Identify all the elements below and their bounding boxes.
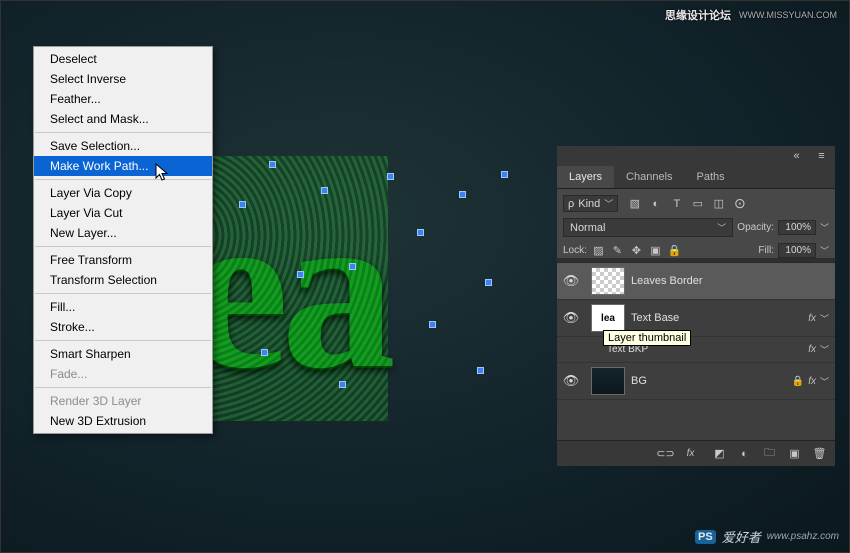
layers-list: 👁 Leaves Border 👁 lea Text Base fx ﹀ Lay… xyxy=(557,262,835,440)
menu-select-and-mask[interactable]: Select and Mask... xyxy=(34,109,212,129)
menu-transform-selection[interactable]: Transform Selection xyxy=(34,270,212,290)
menu-deselect[interactable]: Deselect xyxy=(34,49,212,69)
collapse-icon[interactable]: « xyxy=(789,149,804,164)
lock-artboard-icon[interactable]: ▣ xyxy=(648,243,663,258)
chevron-down-icon: ﹀ xyxy=(717,221,726,234)
visibility-eye-icon[interactable]: 👁 xyxy=(557,273,585,289)
layer-thumbnail[interactable] xyxy=(591,367,625,395)
menu-layer-via-cut[interactable]: Layer Via Cut xyxy=(34,203,212,223)
menu-smart-sharpen[interactable]: Smart Sharpen xyxy=(34,344,212,364)
menu-fill[interactable]: Fill... xyxy=(34,297,212,317)
layer-mask-icon[interactable]: ◩ xyxy=(712,446,727,461)
new-layer-icon[interactable]: ▣ xyxy=(787,446,802,461)
lock-label: Lock: xyxy=(563,245,587,256)
lock-transparency-icon[interactable]: ▨ xyxy=(591,243,606,258)
menu-feather[interactable]: Feather... xyxy=(34,89,212,109)
tab-paths[interactable]: Paths xyxy=(685,166,737,188)
menu-save-selection[interactable]: Save Selection... xyxy=(34,136,212,156)
opacity-label: Opacity: xyxy=(737,222,774,233)
layers-panel-footer: ⊂⊃ fx ◩ ◐ 🗀 ▣ 🗑 xyxy=(557,440,835,466)
chevron-down-icon[interactable]: ﹀ xyxy=(820,375,829,388)
filter-shape-icon[interactable]: ▭ xyxy=(690,196,705,211)
filter-adjustment-icon[interactable]: ◐ xyxy=(648,196,663,211)
cursor-icon xyxy=(155,163,171,183)
visibility-eye-icon[interactable]: 👁 xyxy=(557,310,585,326)
menu-stroke[interactable]: Stroke... xyxy=(34,317,212,337)
layer-name[interactable]: Text Base xyxy=(631,312,808,324)
layer-row[interactable]: 👁 BG 🔒 fx ﹀ xyxy=(557,363,835,400)
layer-row[interactable]: 👁 lea Text Base fx ﹀ Layer thumbnail xyxy=(557,300,835,337)
filter-pixel-icon[interactable]: ▧ xyxy=(627,196,642,211)
tab-channels[interactable]: Channels xyxy=(614,166,684,188)
chevron-down-icon: ﹀ xyxy=(604,197,613,210)
lock-all-icon[interactable]: 🔒 xyxy=(667,243,682,258)
fx-badge[interactable]: fx xyxy=(808,344,816,355)
layer-row[interactable]: Text BKP fx ﹀ xyxy=(557,337,835,363)
layer-row[interactable]: 👁 Leaves Border xyxy=(557,263,835,300)
menu-layer-via-copy[interactable]: Layer Via Copy xyxy=(34,183,212,203)
group-icon[interactable]: 🗀 xyxy=(762,446,777,461)
watermark-top: 思缘设计论坛 WWW.MISSYUAN.COM xyxy=(665,7,837,23)
tooltip: Layer thumbnail xyxy=(603,330,691,346)
opacity-value[interactable]: 100% xyxy=(778,220,816,235)
layer-thumbnail[interactable] xyxy=(591,267,625,295)
delete-layer-icon[interactable]: 🗑 xyxy=(812,446,827,461)
layer-thumbnail[interactable]: lea xyxy=(591,304,625,332)
layer-style-icon[interactable]: fx xyxy=(683,446,698,461)
layer-name[interactable]: Leaves Border xyxy=(631,275,829,287)
watermark-bottom: PS 爱好者 www.psahz.com xyxy=(695,527,839,546)
adjustment-layer-icon[interactable]: ◐ xyxy=(737,446,752,461)
ps-badge: PS xyxy=(695,530,716,544)
menu-fade: Fade... xyxy=(34,364,212,384)
visibility-eye-icon[interactable]: 👁 xyxy=(557,373,585,389)
panel-tabs: Layers Channels Paths xyxy=(557,166,835,189)
menu-free-transform[interactable]: Free Transform xyxy=(34,250,212,270)
menu-render-3d-layer: Render 3D Layer xyxy=(34,391,212,411)
link-layers-icon[interactable]: ⊂⊃ xyxy=(658,446,673,461)
chevron-down-icon[interactable]: ﹀ xyxy=(820,221,829,234)
watermark-bottom-url: www.psahz.com xyxy=(767,531,839,542)
filter-toggle-icon[interactable]: ⊙ xyxy=(732,196,747,211)
filter-type-icon[interactable]: T xyxy=(669,196,684,211)
filter-search-icon: ρ xyxy=(568,198,574,210)
menu-new-3d-extrusion[interactable]: New 3D Extrusion xyxy=(34,411,212,431)
watermark-url-text: WWW.MISSYUAN.COM xyxy=(739,10,837,20)
panel-menu-icon[interactable]: ≡ xyxy=(814,149,829,164)
fill-label: Fill: xyxy=(758,245,774,256)
fx-badge[interactable]: fx xyxy=(808,313,816,324)
chevron-down-icon[interactable]: ﹀ xyxy=(820,244,829,257)
chevron-down-icon[interactable]: ﹀ xyxy=(820,343,829,356)
layers-panel: « ≡ Layers Channels Paths ρ Kind ﹀ ▧ ◐ T… xyxy=(557,146,835,466)
chevron-down-icon[interactable]: ﹀ xyxy=(820,312,829,325)
watermark-cn-text: 思缘设计论坛 xyxy=(665,7,731,23)
menu-select-inverse[interactable]: Select Inverse xyxy=(34,69,212,89)
context-menu: Deselect Select Inverse Feather... Selec… xyxy=(33,46,213,434)
watermark-bottom-text: 爱好者 xyxy=(722,527,761,546)
filter-kind-select[interactable]: ρ Kind ﹀ xyxy=(563,195,618,212)
layer-name[interactable]: BG xyxy=(631,375,792,387)
blend-mode-value: Normal xyxy=(570,222,605,234)
lock-icon: 🔒 xyxy=(792,376,804,387)
lock-paint-icon[interactable]: ✎ xyxy=(610,243,625,258)
fx-badge[interactable]: fx xyxy=(808,376,816,387)
menu-new-layer[interactable]: New Layer... xyxy=(34,223,212,243)
menu-make-work-path[interactable]: Make Work Path... xyxy=(34,156,212,176)
blend-mode-select[interactable]: Normal ﹀ xyxy=(563,218,733,237)
filter-kind-label: Kind xyxy=(578,198,600,210)
filter-smartobject-icon[interactable]: ◫ xyxy=(711,196,726,211)
fill-value[interactable]: 100% xyxy=(778,243,816,258)
tab-layers[interactable]: Layers xyxy=(557,166,614,188)
lock-position-icon[interactable]: ✥ xyxy=(629,243,644,258)
